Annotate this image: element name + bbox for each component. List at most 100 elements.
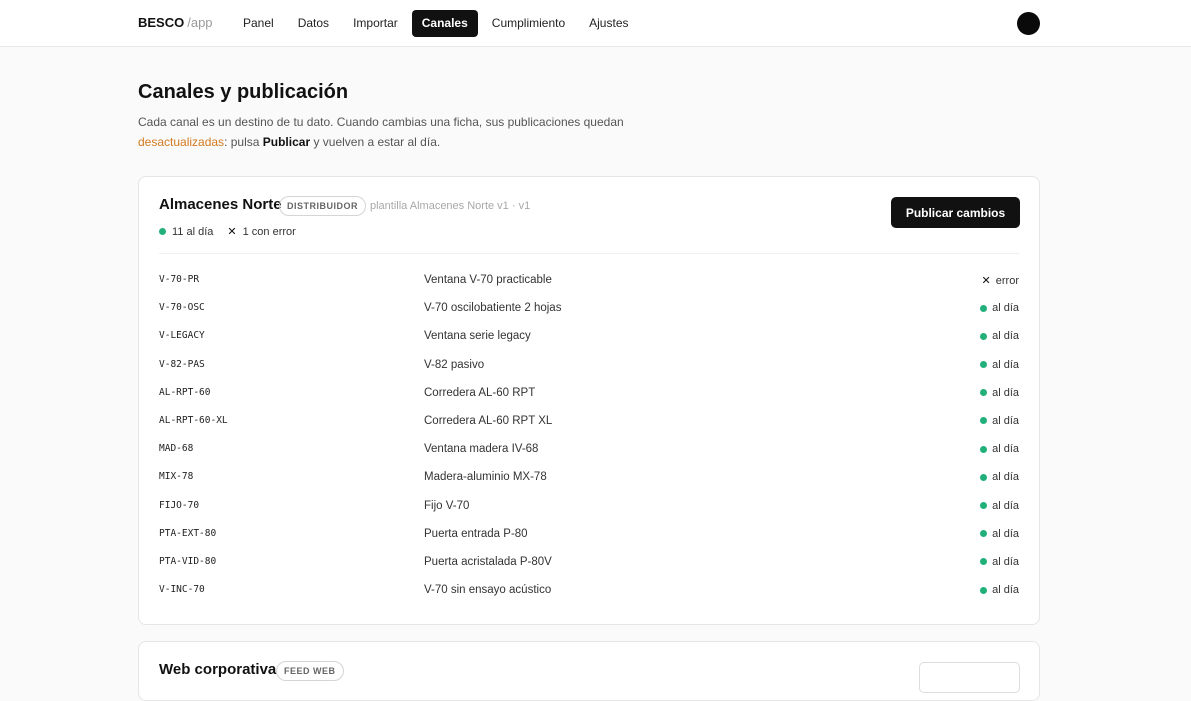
row-name: V-82 pasivo <box>424 358 485 371</box>
nav-canales[interactable]: Canales <box>411 10 478 37</box>
brand-sub: /app <box>187 15 213 30</box>
channel-title: Almacenes Norte <box>159 196 282 213</box>
row-name: Madera-aluminio MX-78 <box>424 471 547 484</box>
row-sku: MAD-68 <box>159 443 194 455</box>
row-sku: V-INC-70 <box>159 584 205 596</box>
row-status: al día <box>980 415 1019 427</box>
page-intro: Cada canal es un destino de tu dato. Cua… <box>138 113 658 152</box>
table-row[interactable]: AL-RPT-60 Corredera AL-60 RPT al día <box>159 380 1019 408</box>
table-row[interactable]: V-70-PR Ventana V-70 practicable ✕ error <box>159 267 1019 295</box>
ok-dot-icon <box>980 530 988 538</box>
channel-2-type-badge: FEED WEB <box>276 661 344 681</box>
row-sku: AL-RPT-60-XL <box>159 414 228 426</box>
error-x-icon: ✕ <box>981 275 991 287</box>
intro-highlight: desactualizadas <box>138 134 225 149</box>
error-x-icon: ✕ <box>227 226 237 238</box>
table-row[interactable]: AL-RPT-60-XL Corredera AL-60 RPT XL al día <box>159 408 1019 436</box>
channel-stats: 11 al día ✕ 1 con error <box>159 225 296 238</box>
row-status-label: al día <box>992 555 1019 568</box>
publish-changes-button[interactable]: Publicar cambios <box>891 197 1020 228</box>
row-name: Puerta entrada P-80 <box>424 527 528 540</box>
ok-dot-icon <box>980 304 988 312</box>
ok-dot-icon <box>980 389 988 397</box>
nav-datos[interactable]: Datos <box>288 10 339 37</box>
row-status-label: al día <box>992 527 1019 540</box>
row-name: Ventana madera IV-68 <box>424 443 539 456</box>
table-row[interactable]: PTA-VID-80 Puerta acristalada P-80V al día <box>159 549 1019 577</box>
table-row[interactable]: PTA-EXT-80 Puerta entrada P-80 al día <box>159 521 1019 549</box>
row-status: al día <box>980 528 1019 540</box>
row-sku: V-70-OSC <box>159 302 205 314</box>
row-status-label: al día <box>992 386 1019 399</box>
row-status-label: error <box>995 274 1019 287</box>
stat-error: ✕ 1 con error <box>227 225 296 239</box>
row-status-label: al día <box>992 414 1019 427</box>
stat-ok: 11 al día <box>159 226 213 238</box>
table-row[interactable]: V-82-PAS V-82 pasivo al día <box>159 352 1019 380</box>
row-status-label: al día <box>992 302 1019 315</box>
row-sku: V-LEGACY <box>159 330 205 342</box>
nav-ajustes[interactable]: Ajustes <box>579 10 638 37</box>
row-name: Ventana serie legacy <box>424 330 531 343</box>
row-sku: V-82-PAS <box>159 358 205 370</box>
row-status-label: al día <box>992 443 1019 456</box>
row-name: Corredera AL-60 RPT <box>424 386 536 399</box>
row-sku: FIJO-70 <box>159 499 200 511</box>
channel-type-badge: DISTRIBUIDOR <box>279 196 366 216</box>
nav-panel[interactable]: Panel <box>233 10 284 37</box>
stat-ok-label: 11 al día <box>172 225 214 238</box>
channel-2-button[interactable] <box>919 662 1020 693</box>
table-row[interactable]: V-70-OSC V-70 oscilobatiente 2 hojas al dí… <box>159 295 1019 323</box>
ok-dot-icon <box>980 558 988 566</box>
ok-dot-icon <box>980 502 988 509</box>
channel-template: plantilla Almacenes Norte v1 · v1 <box>370 200 531 212</box>
ok-dot-icon <box>980 361 988 369</box>
intro-text-a: Cada canal es un destino de tu dato. Cua… <box>138 115 624 129</box>
nav-importar[interactable]: Importar <box>343 10 408 37</box>
table-row[interactable]: FIJO-70 Fijo V-70 al día <box>159 493 1019 521</box>
row-status: al día <box>980 471 1019 483</box>
row-status-label: al día <box>992 584 1019 597</box>
ok-dot-icon <box>980 473 988 481</box>
row-status-label: al día <box>992 471 1019 484</box>
row-status: al día <box>980 500 1019 512</box>
row-sku: PTA-EXT-80 <box>159 527 217 539</box>
channel-card-2: Web corporativa FEED WEB <box>138 641 1040 701</box>
row-sku: MIX-78 <box>159 471 194 483</box>
row-status-label: al día <box>992 499 1019 512</box>
table-row[interactable]: V-LEGACY Ventana serie legacy al día <box>159 323 1019 351</box>
ok-dot-icon <box>159 228 166 235</box>
row-status: al día <box>980 584 1019 596</box>
row-status: al día <box>980 556 1019 568</box>
row-status: al día <box>980 359 1019 371</box>
table-row[interactable]: MIX-78 Madera-aluminio MX-78 al día <box>159 464 1019 492</box>
row-status-label: al día <box>992 358 1019 371</box>
ok-dot-icon <box>980 586 988 594</box>
top-bar: BESCO/app Panel Datos Importar Canales C… <box>0 0 1191 47</box>
row-status: ✕ error <box>981 274 1019 288</box>
ok-dot-icon <box>980 445 988 453</box>
brand-name: BESCO <box>138 15 185 30</box>
row-name: Corredera AL-60 RPT XL <box>424 414 553 427</box>
ok-dot-icon <box>980 332 988 340</box>
channel-rows: V-70-PR Ventana V-70 practicable ✕ error V-7… <box>159 267 1019 605</box>
brand-logo[interactable]: BESCO/app <box>138 15 213 30</box>
row-status: al día <box>980 302 1019 314</box>
table-row[interactable]: MAD-68 Ventana madera IV-68 al día <box>159 436 1019 464</box>
row-sku: PTA-VID-80 <box>159 555 217 567</box>
row-name: V-70 sin ensayo acústico <box>424 584 552 597</box>
row-name: V-70 oscilobatiente 2 hojas <box>424 302 562 315</box>
row-name: Fijo V-70 <box>424 499 470 512</box>
avatar[interactable] <box>1017 12 1040 35</box>
row-sku: V-70-PR <box>159 274 200 285</box>
stat-error-label: 1 con error <box>242 225 296 238</box>
row-status-label: al día <box>992 330 1019 343</box>
divider <box>159 253 1019 254</box>
page-title: Canales y publicación <box>138 81 349 103</box>
ok-dot-icon <box>980 417 988 425</box>
intro-text-b: : pulsa <box>224 134 263 149</box>
row-name: Puerta acristalada P-80V <box>424 555 552 568</box>
row-status: al día <box>980 387 1019 399</box>
table-row[interactable]: V-INC-70 V-70 sin ensayo acústico al día <box>159 577 1019 605</box>
nav-cumplimiento[interactable]: Cumplimiento <box>482 10 575 37</box>
